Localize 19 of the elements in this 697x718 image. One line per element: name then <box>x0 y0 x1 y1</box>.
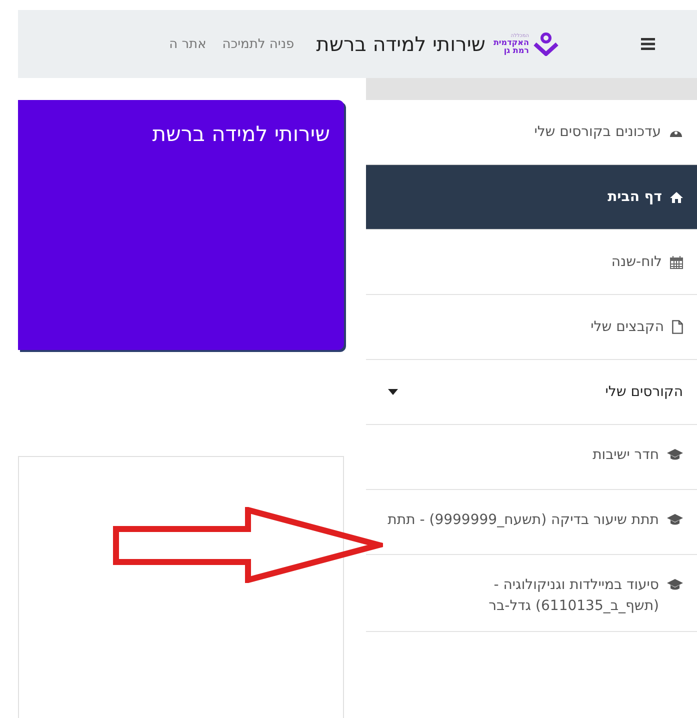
sidebar-item[interactable]: הקבצים שלי <box>366 295 697 360</box>
nav-link[interactable]: אתר ה <box>169 36 206 52</box>
sidebar-item[interactable]: תתת שיעור בדיקה (תשעח_9999999) - תתת <box>366 490 697 555</box>
sidebar-item[interactable]: סיעוד במיילדות וגניקולוגיה - (תשף_ב_6110135) גדל-בר <box>366 555 697 632</box>
logo-icon <box>533 32 559 56</box>
banner-title: שירותי למידה ברשת <box>152 122 330 146</box>
file-icon <box>672 320 683 334</box>
menu-icon[interactable] <box>639 36 657 52</box>
section-header[interactable]: הקורסים שלי <box>366 360 697 425</box>
nav-link[interactable]: פניה לתמיכה <box>222 36 294 52</box>
logo-text: האקדמית <box>493 38 529 46</box>
sidebar-item[interactable]: לוח-שנה <box>366 230 697 295</box>
sidebar-item[interactable]: חדר ישיבות <box>366 425 697 490</box>
home-icon <box>670 192 683 202</box>
sidebar-item[interactable]: דף הבית <box>366 165 697 230</box>
caret-icon <box>388 389 398 395</box>
site-title[interactable]: שירותי למידה ברשת <box>316 32 486 56</box>
calendar-icon <box>670 256 683 268</box>
logo-text: רמת גן <box>504 46 529 54</box>
